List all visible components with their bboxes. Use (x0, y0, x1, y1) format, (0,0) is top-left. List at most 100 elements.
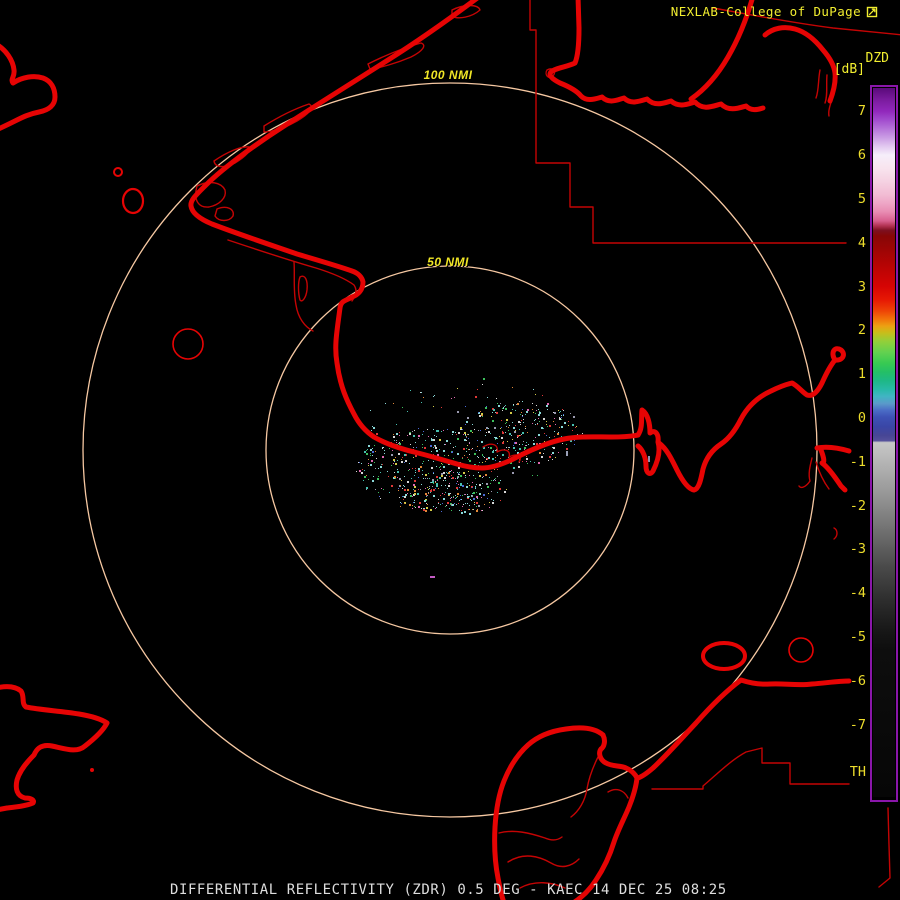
echo-dot (402, 440, 403, 441)
echo-dot (524, 447, 526, 449)
echo-dot (559, 412, 560, 413)
echo-dot (468, 438, 469, 439)
echo-dot (474, 502, 475, 503)
echo-dot (533, 389, 534, 390)
echo-dot (570, 413, 571, 414)
echo-dot (431, 438, 432, 439)
boundary-thin-path (834, 528, 837, 539)
echo-dot (514, 431, 516, 433)
echo-dot (522, 401, 523, 402)
echo-dot (462, 485, 464, 487)
echo-dot (453, 496, 454, 497)
echo-dot (482, 477, 483, 478)
echo-dot (415, 470, 416, 471)
echo-dot (519, 429, 520, 430)
echo-dot (522, 461, 523, 462)
echo-dot (473, 475, 474, 476)
echo-dot (454, 397, 455, 398)
echo-dot (470, 499, 471, 500)
echo-dot (479, 475, 481, 477)
echo-dot (427, 504, 428, 505)
echo-dot (443, 466, 445, 468)
echo-dot (466, 448, 467, 449)
brand-text: NEXLAB-College of DuPage (671, 4, 861, 19)
coastline-thick-path (495, 728, 603, 900)
echo-dot (359, 462, 360, 463)
echo-dot (506, 426, 507, 427)
echo-dot (536, 405, 537, 406)
echo-dot (444, 444, 445, 445)
echo-dot (382, 464, 383, 465)
echo-dot (479, 450, 480, 451)
echo-dot (482, 416, 483, 417)
echo-dot (471, 449, 472, 450)
echo-dot (451, 478, 452, 479)
echo-dot (525, 445, 526, 446)
echo-dot (519, 435, 520, 436)
echo-dot (577, 434, 578, 435)
echo-dot (450, 443, 451, 444)
echo-dot (523, 419, 524, 420)
echo-dot (568, 421, 569, 422)
echo-dot (544, 441, 545, 442)
echo-dot (488, 457, 490, 459)
echo-dot (436, 507, 437, 508)
echo-dot (520, 414, 521, 415)
echo-dot (543, 453, 544, 454)
echo-dot (450, 500, 451, 501)
echo-dot (510, 412, 512, 414)
echo-dot (434, 395, 435, 396)
echo-dot (513, 405, 514, 406)
echo-dot (483, 476, 484, 477)
echo-dot (464, 439, 466, 441)
echo-dot (506, 447, 507, 448)
echo-dot (436, 436, 437, 437)
echo-dot (554, 431, 555, 432)
echo-dot (469, 485, 470, 486)
echo-dot (520, 422, 521, 423)
echo-dot (515, 430, 516, 431)
echo-dot (506, 419, 508, 421)
echo-dot (520, 435, 521, 436)
echo-dot (436, 476, 438, 478)
echo-dot (541, 427, 543, 429)
echo-dot (414, 500, 415, 501)
echo-dot (473, 498, 475, 500)
echo-dot (513, 447, 515, 449)
echo-dot (535, 413, 536, 414)
echo-dot (547, 426, 548, 427)
echo-dot (397, 477, 398, 478)
echo-dot (476, 484, 477, 485)
echo-dot (467, 494, 468, 495)
echo-dot (563, 410, 564, 411)
echo-dot (422, 463, 423, 464)
echo-dot (465, 406, 466, 407)
echo-dot (500, 480, 501, 481)
echo-dot (468, 434, 469, 435)
echo-dot (444, 455, 445, 456)
echo-dot (404, 496, 406, 498)
echo-dot (492, 412, 493, 413)
echo-dot (459, 500, 460, 501)
echo-dot (425, 493, 427, 495)
echo-dot (425, 440, 426, 441)
echo-dot (502, 442, 504, 444)
echo-dot (488, 447, 489, 448)
echo-dot (417, 493, 419, 495)
echo-dot (523, 441, 524, 442)
echo-dot (429, 486, 430, 487)
boundary-thin-path (228, 240, 356, 301)
echo-dot (370, 410, 371, 411)
echo-dot (439, 449, 440, 450)
colorbar-gradient (873, 88, 895, 797)
echo-dot (479, 493, 481, 495)
echo-dot (515, 450, 516, 451)
echo-dot (523, 422, 524, 423)
echo-dot (522, 444, 523, 445)
echo-dot (482, 384, 483, 385)
colorbar-units: [dB] (834, 62, 865, 77)
echo-dot (393, 436, 395, 438)
echo-dot (368, 445, 370, 447)
echo-dot (466, 436, 467, 437)
echo-dot (380, 466, 382, 468)
